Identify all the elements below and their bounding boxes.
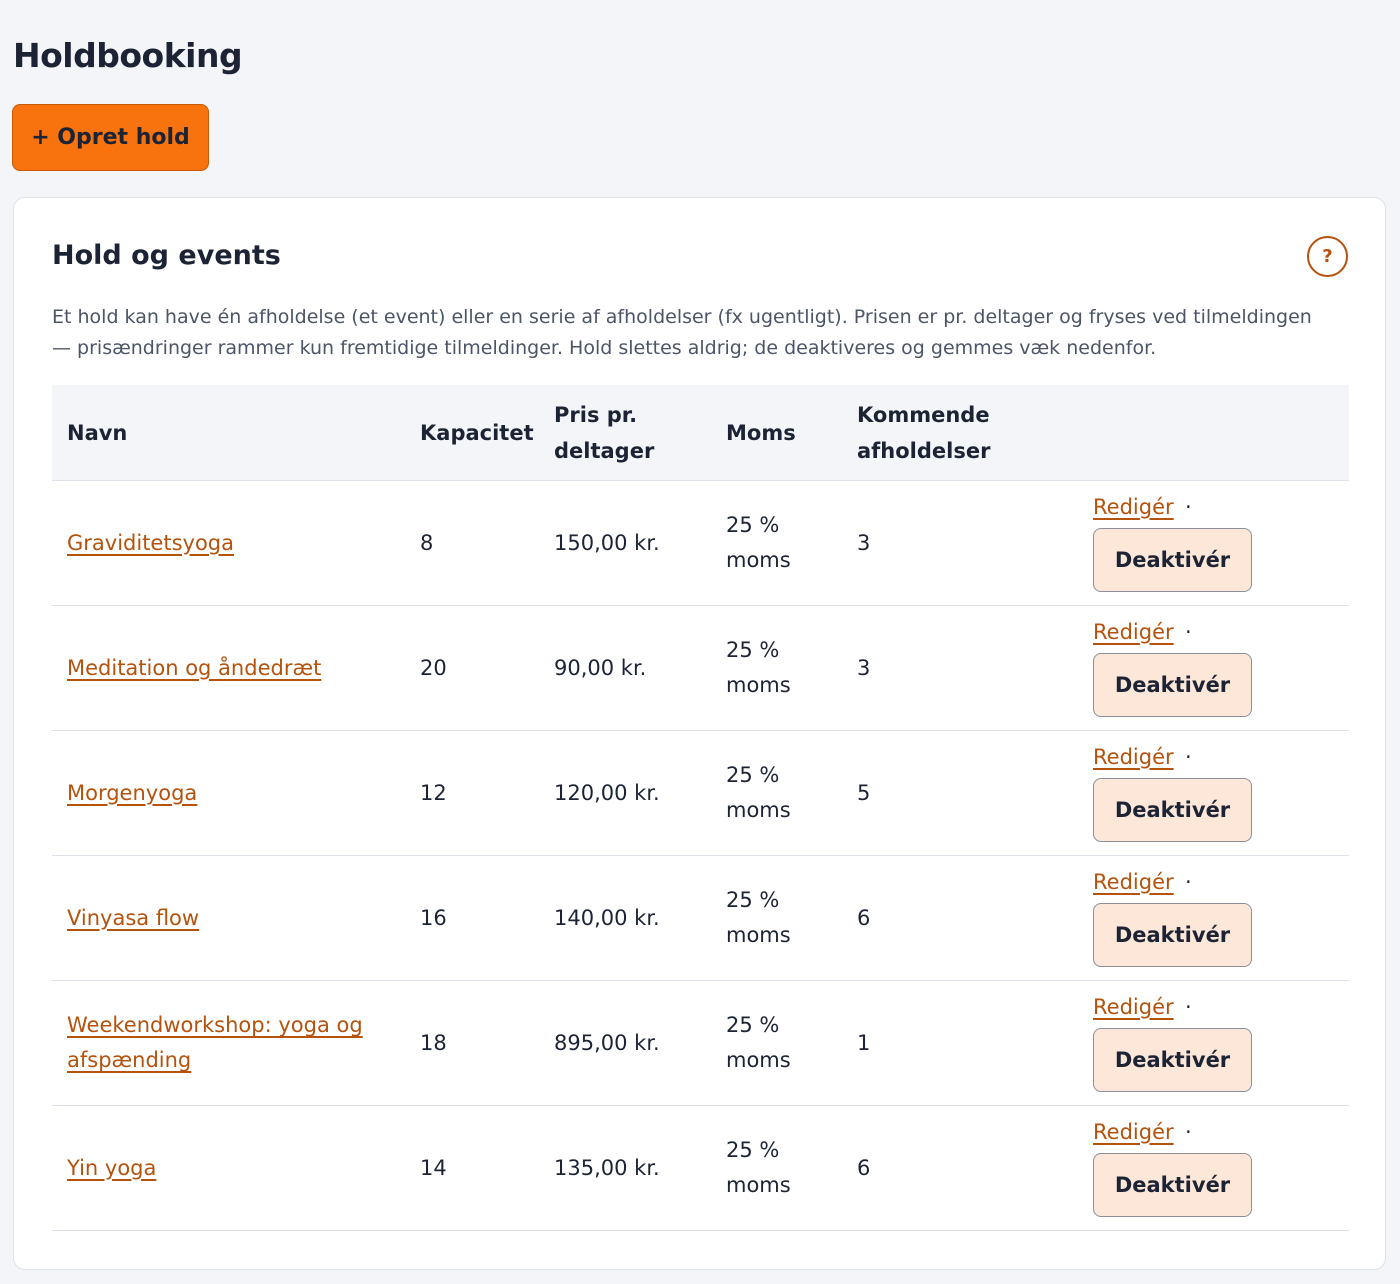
vat-cell: 25 % moms xyxy=(726,888,791,947)
deactivate-button[interactable]: Deaktivér xyxy=(1093,1027,1252,1092)
help-icon[interactable]: ? xyxy=(1307,236,1348,277)
edit-link[interactable]: Redigér xyxy=(1093,870,1174,894)
table-row: Meditation og åndedræt 20 90,00 kr. 25 %… xyxy=(52,606,1349,731)
header-name: Navn xyxy=(67,420,128,445)
vat-cell: 25 % moms xyxy=(726,763,791,822)
row-actions: Redigér · Deaktivér xyxy=(1093,731,1349,856)
table-row: Yin yoga 14 135,00 kr. 25 % moms 6 Redig… xyxy=(52,1106,1349,1231)
card-description: Et hold kan have én afholdelse (et event… xyxy=(52,306,1312,359)
deactivate-button[interactable]: Deaktivér xyxy=(1093,777,1252,842)
edit-link[interactable]: Redigér xyxy=(1093,995,1174,1019)
vat-cell: 25 % moms xyxy=(726,638,791,697)
separator: · xyxy=(1185,744,1192,769)
separator: · xyxy=(1185,619,1192,644)
create-class-button[interactable]: + Opret hold xyxy=(12,104,209,171)
edit-link[interactable]: Redigér xyxy=(1093,495,1174,519)
edit-link[interactable]: Redigér xyxy=(1093,1120,1174,1144)
table-row: Graviditetsyoga 8 150,00 kr. 25 % moms 3… xyxy=(52,481,1349,606)
separator: · xyxy=(1185,869,1192,894)
capacity-cell: 18 xyxy=(420,1030,447,1055)
deactivate-button[interactable]: Deaktivér xyxy=(1093,527,1252,592)
table-row: Weekendworkshop: yoga og afspænding 18 8… xyxy=(52,981,1349,1106)
upcoming-cell: 6 xyxy=(857,1155,871,1180)
classes-card: Hold og events ? Et hold kan have én afh… xyxy=(13,197,1386,1270)
table-row: Vinyasa flow 16 140,00 kr. 25 % moms 6 R… xyxy=(52,856,1349,981)
price-cell: 90,00 kr. xyxy=(554,655,647,680)
classes-table: Navn Kapacitet Pris pr. deltager Moms Ko… xyxy=(52,385,1349,1231)
deactivate-button[interactable]: Deaktivér xyxy=(1093,652,1252,717)
row-actions: Redigér · Deaktivér xyxy=(1093,1106,1349,1231)
header-capacity: Kapacitet xyxy=(420,420,534,445)
row-actions: Redigér · Deaktivér xyxy=(1093,981,1349,1106)
capacity-cell: 12 xyxy=(420,780,447,805)
row-actions: Redigér · Deaktivér xyxy=(1093,856,1349,981)
header-price: Pris pr. deltager xyxy=(554,402,655,463)
row-actions: Redigér · Deaktivér xyxy=(1093,481,1349,606)
price-cell: 135,00 kr. xyxy=(554,1155,660,1180)
vat-cell: 25 % moms xyxy=(726,1013,791,1072)
row-actions: Redigér · Deaktivér xyxy=(1093,606,1349,731)
header-upcoming: Kommende afholdelser xyxy=(857,402,991,463)
capacity-cell: 20 xyxy=(420,655,447,680)
price-cell: 120,00 kr. xyxy=(554,780,660,805)
header-vat: Moms xyxy=(726,420,796,445)
card-title: Hold og events xyxy=(52,240,281,271)
page-title: Holdbooking xyxy=(13,36,243,75)
upcoming-cell: 3 xyxy=(857,530,871,555)
vat-cell: 25 % moms xyxy=(726,513,791,572)
table-header: Navn Kapacitet Pris pr. deltager Moms Ko… xyxy=(52,385,1349,481)
capacity-cell: 8 xyxy=(420,530,434,555)
capacity-cell: 14 xyxy=(420,1155,447,1180)
separator: · xyxy=(1185,994,1192,1019)
vat-cell: 25 % moms xyxy=(726,1138,791,1197)
class-name-link[interactable]: Weekendworkshop: yoga og afspænding xyxy=(67,1013,363,1072)
edit-link[interactable]: Redigér xyxy=(1093,745,1174,769)
price-cell: 895,00 kr. xyxy=(554,1030,660,1055)
upcoming-cell: 6 xyxy=(857,905,871,930)
table-row: Morgenyoga 12 120,00 kr. 25 % moms 5 Red… xyxy=(52,731,1349,856)
class-name-link[interactable]: Graviditetsyoga xyxy=(67,531,234,555)
class-name-link[interactable]: Vinyasa flow xyxy=(67,906,199,930)
deactivate-button[interactable]: Deaktivér xyxy=(1093,902,1252,967)
class-name-link[interactable]: Meditation og åndedræt xyxy=(67,656,321,680)
class-name-link[interactable]: Morgenyoga xyxy=(67,781,197,805)
edit-link[interactable]: Redigér xyxy=(1093,620,1174,644)
upcoming-cell: 5 xyxy=(857,780,871,805)
table-body: Graviditetsyoga 8 150,00 kr. 25 % moms 3… xyxy=(52,481,1349,1231)
separator: · xyxy=(1185,494,1192,519)
class-name-link[interactable]: Yin yoga xyxy=(67,1156,156,1180)
price-cell: 140,00 kr. xyxy=(554,905,660,930)
separator: · xyxy=(1185,1119,1192,1144)
capacity-cell: 16 xyxy=(420,905,447,930)
upcoming-cell: 3 xyxy=(857,655,871,680)
deactivate-button[interactable]: Deaktivér xyxy=(1093,1152,1252,1217)
upcoming-cell: 1 xyxy=(857,1030,871,1055)
price-cell: 150,00 kr. xyxy=(554,530,660,555)
